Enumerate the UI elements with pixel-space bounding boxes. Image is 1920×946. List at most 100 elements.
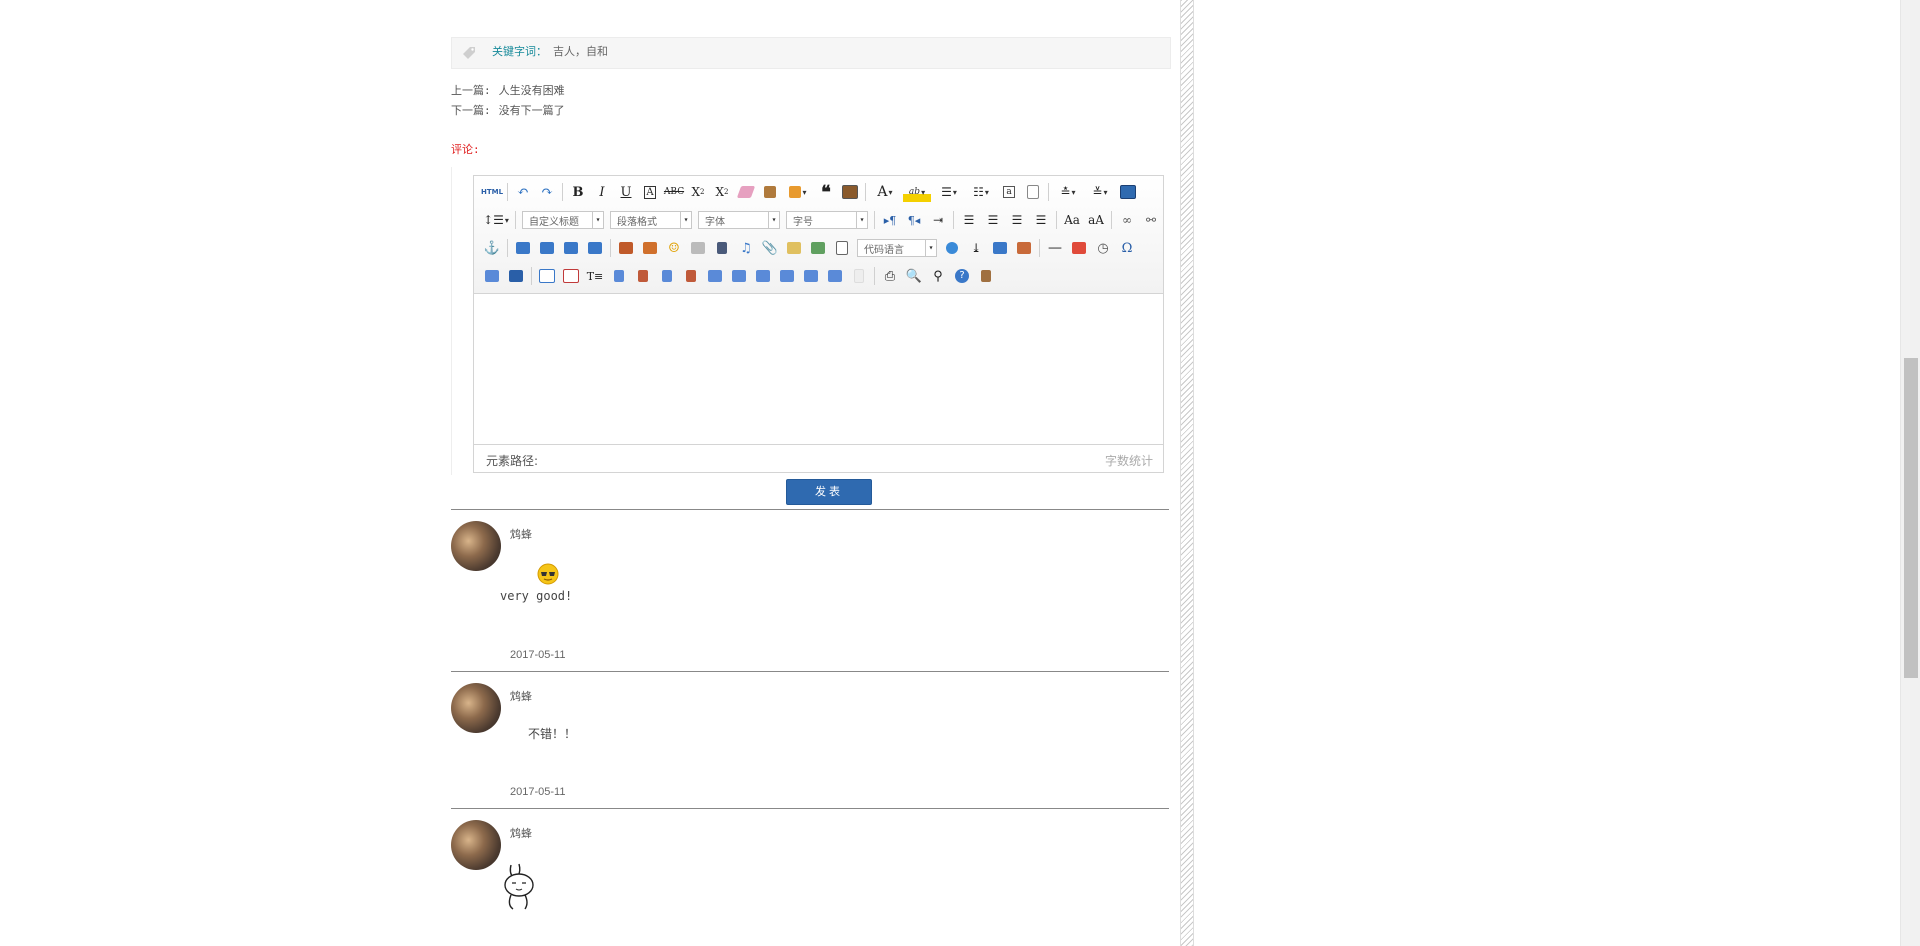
- attachment-icon[interactable]: 📎: [760, 238, 780, 258]
- paste-plain-icon[interactable]: [840, 182, 860, 202]
- line-height-icon[interactable]: ↕☰: [482, 210, 510, 230]
- template-icon[interactable]: [990, 238, 1010, 258]
- rich-text-editor: HTML ↶ ↷ B I U A ABC X2 X2 ❝: [473, 175, 1164, 473]
- bold-icon[interactable]: B: [568, 182, 588, 202]
- insert-image-icon[interactable]: [640, 238, 660, 258]
- auto-typeset-icon[interactable]: [784, 182, 812, 202]
- wordimage-icon[interactable]: [482, 266, 502, 286]
- anchor-icon[interactable]: ⚓: [482, 238, 502, 258]
- horizontal-rule-icon[interactable]: —: [1045, 238, 1065, 258]
- unordered-list-icon[interactable]: ☷: [967, 182, 995, 202]
- comment-divider: [451, 808, 1169, 809]
- delete-col-icon[interactable]: [681, 266, 701, 286]
- music-icon[interactable]: ♫: [736, 238, 756, 258]
- special-chars-icon[interactable]: Ω: [1117, 238, 1137, 258]
- toolbar-separator: [1111, 211, 1112, 229]
- print-icon[interactable]: ⎙: [880, 266, 900, 286]
- emotion-icon[interactable]: ☺: [664, 238, 684, 258]
- drafts-icon[interactable]: [976, 266, 996, 286]
- delete-table-icon[interactable]: [561, 266, 581, 286]
- unlink-icon[interactable]: ⚯: [1141, 210, 1161, 230]
- image-right-icon[interactable]: [561, 238, 581, 258]
- background-icon[interactable]: [1014, 238, 1034, 258]
- preview-icon[interactable]: [1118, 182, 1138, 202]
- blockquote-icon[interactable]: ❝: [816, 182, 836, 203]
- superscript-icon[interactable]: X2: [688, 182, 708, 202]
- merge-right-icon[interactable]: [729, 266, 749, 286]
- font-border-icon[interactable]: A: [640, 182, 660, 202]
- to-uppercase-icon[interactable]: Aa: [1062, 210, 1082, 230]
- delete-row-icon[interactable]: [633, 266, 653, 286]
- help-icon[interactable]: ?: [952, 266, 972, 286]
- simple-upload-icon[interactable]: [616, 238, 636, 258]
- prev-article-link[interactable]: 人生没有困难: [499, 84, 565, 97]
- toolbar-separator: [874, 211, 875, 229]
- indent-icon[interactable]: ⇥: [928, 210, 948, 230]
- ordered-list-icon[interactable]: ☰: [935, 182, 963, 202]
- insert-col-icon[interactable]: [657, 266, 677, 286]
- word-count-label: 字数统计: [1104, 454, 1153, 468]
- gmap-icon[interactable]: [808, 238, 828, 258]
- image-left-icon[interactable]: [537, 238, 557, 258]
- align-center-icon[interactable]: ☰: [983, 210, 1003, 230]
- preview-zoom-icon[interactable]: 🔍: [904, 266, 924, 286]
- row-spacing-top-icon[interactable]: ≛: [1054, 182, 1082, 202]
- underline-icon[interactable]: U: [616, 182, 636, 202]
- format-brush-icon[interactable]: [760, 182, 780, 202]
- strikethrough-icon[interactable]: ABC: [664, 182, 684, 202]
- page-break-icon[interactable]: ⤓: [966, 238, 986, 258]
- font-family-select[interactable]: 字体: [698, 211, 780, 229]
- font-size-select[interactable]: 字号: [786, 211, 868, 229]
- merge-down-icon[interactable]: [753, 266, 773, 286]
- insert-time-icon[interactable]: ◷: [1093, 238, 1113, 258]
- paragraph-format-select[interactable]: 段落格式: [610, 211, 692, 229]
- image-none-icon[interactable]: [513, 238, 533, 258]
- next-label: 下一篇:: [451, 104, 491, 117]
- insert-date-icon[interactable]: [1069, 238, 1089, 258]
- map-icon[interactable]: [784, 238, 804, 258]
- redo-icon[interactable]: ↷: [537, 182, 557, 202]
- align-left-icon[interactable]: ☰: [959, 210, 979, 230]
- font-color-icon[interactable]: A: [871, 182, 899, 202]
- scrawl-icon[interactable]: [688, 238, 708, 258]
- image-center-icon[interactable]: [585, 238, 605, 258]
- insert-paragraph-before-table-icon[interactable]: T≡: [585, 266, 605, 286]
- web-app-icon[interactable]: [942, 238, 962, 258]
- insert-table-icon[interactable]: [537, 266, 557, 286]
- select-all-icon[interactable]: a: [999, 182, 1019, 202]
- align-justify-icon[interactable]: ☰: [1031, 210, 1051, 230]
- italic-icon[interactable]: I: [592, 182, 612, 202]
- submit-comment-button[interactable]: 发表: [786, 479, 872, 505]
- word-paste-icon[interactable]: [506, 266, 526, 286]
- comment-item: 鸩蜂: [451, 820, 1169, 940]
- split-cells-icon[interactable]: [777, 266, 797, 286]
- scrollbar-thumb[interactable]: [1904, 358, 1918, 678]
- subscript-icon[interactable]: X2: [712, 182, 732, 202]
- article-main: 关键字词： 吉人，自和 上一篇: 人生没有困难 下一篇: 没有下一篇了 评论: HT…: [451, 0, 1171, 946]
- to-lowercase-icon[interactable]: aA: [1086, 210, 1106, 230]
- toolbar-separator: [507, 239, 508, 257]
- clear-doc-icon[interactable]: [1023, 182, 1043, 202]
- charts-icon[interactable]: [849, 266, 869, 286]
- align-right-icon[interactable]: ☰: [1007, 210, 1027, 230]
- custom-heading-select[interactable]: 自定义标题: [522, 211, 604, 229]
- row-spacing-bottom-icon[interactable]: ≚: [1086, 182, 1114, 202]
- direction-ltr-icon[interactable]: ▸¶: [880, 210, 900, 230]
- editor-content-area[interactable]: [474, 294, 1163, 444]
- vertical-scrollbar[interactable]: [1900, 0, 1920, 946]
- insert-frame-icon[interactable]: [832, 238, 852, 258]
- direction-rtl-icon[interactable]: ¶◂: [904, 210, 924, 230]
- split-cols-icon[interactable]: [825, 266, 845, 286]
- undo-icon[interactable]: ↶: [513, 182, 533, 202]
- remove-format-icon[interactable]: [736, 182, 756, 202]
- code-language-select[interactable]: 代码语言: [857, 239, 937, 257]
- link-icon[interactable]: ∞: [1117, 210, 1137, 230]
- insert-row-icon[interactable]: [609, 266, 629, 286]
- html-source-button[interactable]: HTML: [481, 182, 503, 202]
- search-replace-icon[interactable]: ⚲: [928, 266, 948, 286]
- highlight-color-icon[interactable]: ab: [903, 182, 931, 202]
- merge-cells-icon[interactable]: [705, 266, 725, 286]
- prev-label: 上一篇:: [451, 84, 491, 97]
- split-rows-icon[interactable]: [801, 266, 821, 286]
- insert-video-icon[interactable]: [712, 238, 732, 258]
